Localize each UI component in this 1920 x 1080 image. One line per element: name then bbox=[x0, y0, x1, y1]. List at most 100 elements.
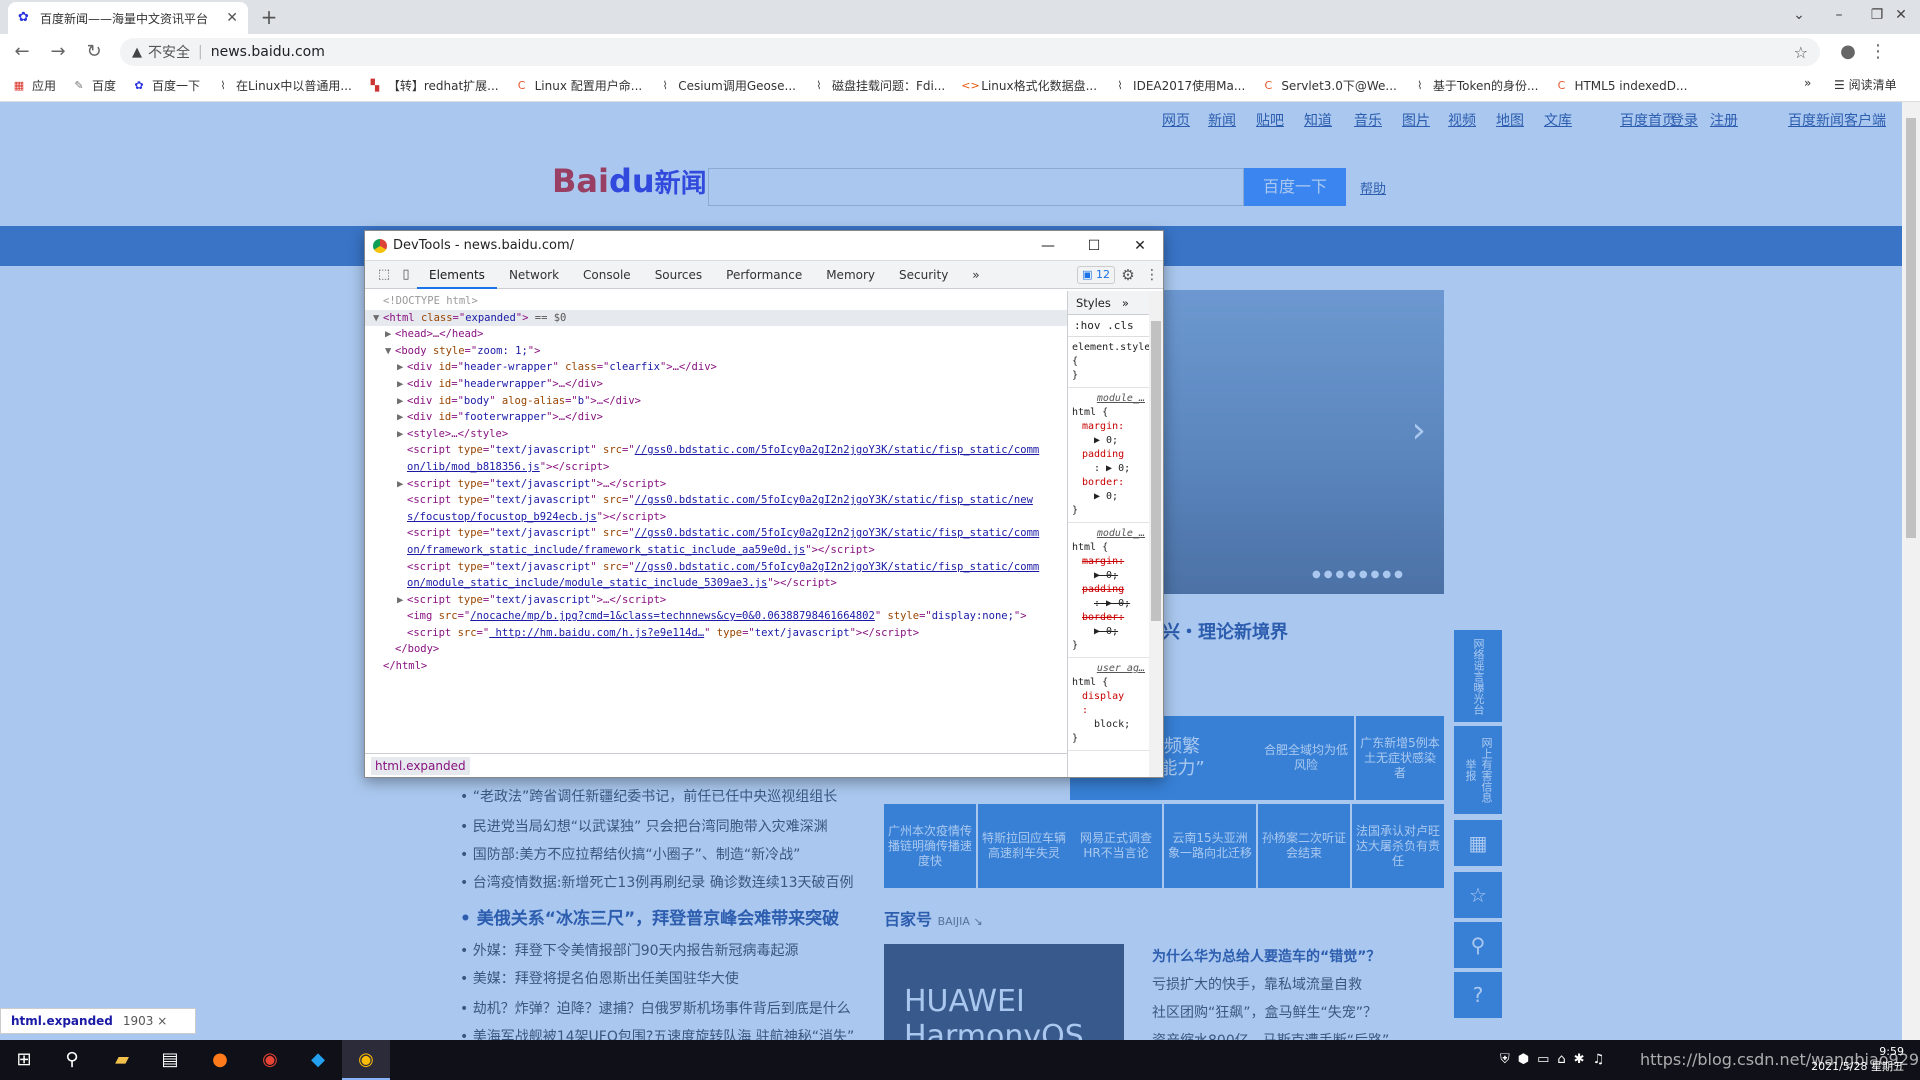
css-property[interactable]: margin: bbox=[1072, 420, 1145, 434]
css-property[interactable]: border: bbox=[1072, 611, 1145, 625]
devtools-maximize-button[interactable]: ☐ bbox=[1071, 238, 1117, 254]
expand-closed-icon[interactable]: ▶ bbox=[397, 476, 407, 493]
bookmark-item[interactable]: ✎ 百度 bbox=[72, 77, 116, 94]
bookmark-star-icon[interactable]: ☆ bbox=[1794, 43, 1808, 62]
styles-more[interactable]: » bbox=[1122, 296, 1129, 310]
css-property[interactable]: ▶ 0; bbox=[1072, 625, 1145, 639]
dom-node-line[interactable]: on/lib/mod_b818356.js"></script> bbox=[365, 459, 1067, 476]
rule-source[interactable]: module_… bbox=[1072, 527, 1145, 541]
bookmark-item[interactable]: C Linux 配置用户命... bbox=[515, 77, 642, 94]
css-property[interactable]: ▶ 0; bbox=[1072, 569, 1145, 583]
back-button[interactable]: ← bbox=[8, 38, 36, 66]
dom-node-line[interactable]: <!DOCTYPE html> bbox=[365, 293, 1067, 310]
profile-avatar[interactable]: ● bbox=[1834, 38, 1862, 66]
css-property[interactable]: : ▶ 0; bbox=[1072, 462, 1145, 476]
tab-memory[interactable]: Memory bbox=[814, 261, 887, 289]
devtools-minimize-button[interactable]: — bbox=[1025, 238, 1071, 254]
expand-open-icon[interactable]: ▼ bbox=[373, 310, 383, 327]
url-text[interactable]: news.baidu.com bbox=[211, 44, 1794, 60]
expand-closed-icon[interactable]: ▶ bbox=[397, 376, 407, 393]
bookmark-item[interactable]: ⌇ IDEA2017使用Ma... bbox=[1113, 77, 1245, 94]
devtools-menu-icon[interactable]: ⋮ bbox=[1141, 267, 1163, 283]
css-property[interactable]: block; bbox=[1072, 718, 1145, 732]
style-rule[interactable]: module_… html {margin: ▶ 0; padding: ▶ 0; bo… bbox=[1068, 523, 1149, 658]
css-property[interactable]: ▶ 0; bbox=[1072, 490, 1145, 504]
dom-node-line[interactable]: </body> bbox=[365, 641, 1067, 658]
new-tab-button[interactable]: + bbox=[256, 4, 282, 30]
css-property[interactable]: padding bbox=[1072, 448, 1145, 462]
dom-node-line[interactable]: on/framework_static_include/framework_st… bbox=[365, 542, 1067, 559]
system-clock[interactable]: 9:59 2021/5/28 星期五 bbox=[1811, 1044, 1904, 1074]
reading-list[interactable]: ☰ 阅读清单 bbox=[1834, 76, 1897, 93]
bookmark-item[interactable]: <> Linux格式化数据盘... bbox=[961, 77, 1097, 94]
gear-icon[interactable]: ⚙ bbox=[1115, 266, 1141, 284]
address-bar[interactable]: ▲ 不安全 | news.baidu.com ☆ bbox=[120, 38, 1820, 66]
rule-source[interactable]: user ag… bbox=[1072, 662, 1145, 676]
style-rule[interactable]: element.style {} bbox=[1068, 337, 1149, 388]
dom-node-line[interactable]: ▶ <head>…</head> bbox=[365, 326, 1067, 343]
breadcrumb-item[interactable]: html.expanded bbox=[371, 757, 470, 775]
firefox-icon[interactable]: ● bbox=[196, 1040, 244, 1080]
bookmark-item[interactable]: ▚ 【转】redhat扩展... bbox=[368, 77, 499, 94]
system-tray-icons[interactable]: ⛨⬢▭⌂✱♫ bbox=[1500, 1052, 1612, 1067]
bookmark-item[interactable]: ⌇ 磁盘挂载问题：Fdi... bbox=[812, 77, 945, 94]
tab-security[interactable]: Security bbox=[887, 261, 960, 289]
elements-tree[interactable]: <!DOCTYPE html> ▼ <html class="expanded"> … bbox=[365, 291, 1067, 721]
bookmark-item[interactable]: ⌇ Cesium调用Geose... bbox=[658, 77, 796, 94]
expand-closed-icon[interactable]: ▶ bbox=[397, 426, 407, 443]
dom-node-line[interactable]: ▼ <body style="zoom: 1;"> bbox=[365, 343, 1067, 360]
warning-icon[interactable]: ▲ bbox=[132, 45, 142, 60]
css-property[interactable]: padding bbox=[1072, 583, 1145, 597]
close-tab-icon[interactable]: ✕ bbox=[226, 10, 238, 26]
forward-button[interactable]: → bbox=[44, 38, 72, 66]
store-icon[interactable]: ▤ bbox=[146, 1040, 194, 1080]
file-explorer-icon[interactable]: ▰ bbox=[98, 1040, 146, 1080]
css-property[interactable]: ▶ 0; bbox=[1072, 434, 1145, 448]
windows-start-icon[interactable]: ⊞ bbox=[0, 1040, 48, 1080]
chrome-active-taskbar-icon[interactable]: ◉ bbox=[342, 1040, 390, 1080]
vscode-icon[interactable]: ◆ bbox=[294, 1040, 342, 1080]
cls-toggle[interactable]: .cls bbox=[1107, 319, 1134, 332]
inspect-element-icon[interactable]: ⬚ bbox=[373, 267, 395, 282]
dom-node-line[interactable]: ▶ <style>…</style> bbox=[365, 426, 1067, 443]
page-scrollbar-thumb[interactable] bbox=[1906, 118, 1916, 538]
expand-closed-icon[interactable]: ▶ bbox=[397, 409, 407, 426]
bookmark-item[interactable]: ▦ 应用 bbox=[12, 77, 56, 94]
css-property[interactable]: : ▶ 0; bbox=[1072, 597, 1145, 611]
dom-node-line[interactable]: <script src=" http://hm.baidu.com/h.js?e… bbox=[365, 625, 1067, 642]
device-toolbar-icon[interactable]: ▯ bbox=[395, 267, 417, 282]
dom-node-line[interactable]: ▶ <div id="body" alog-alias="b">…</div> bbox=[365, 393, 1067, 410]
tab-performance[interactable]: Performance bbox=[714, 261, 814, 289]
dom-node-line[interactable]: s/focustop/focustop_b924ecb.js"></script… bbox=[365, 509, 1067, 526]
style-rule[interactable]: user ag… html {display: block;} bbox=[1068, 658, 1149, 751]
expand-closed-icon[interactable]: ▶ bbox=[397, 359, 407, 376]
tab-network[interactable]: Network bbox=[497, 261, 571, 289]
dom-node-line[interactable]: <script type="text/javascript" src="//gs… bbox=[365, 442, 1067, 459]
tab-sources[interactable]: Sources bbox=[643, 261, 714, 289]
style-rule[interactable]: module_… html {margin: ▶ 0; padding: ▶ 0; bo… bbox=[1068, 388, 1149, 523]
styles-scrollbar[interactable] bbox=[1149, 291, 1163, 777]
dom-node-line[interactable]: ▶ <script type="text/javascript">…</scrip… bbox=[365, 592, 1067, 609]
search-icon[interactable]: ⚲ bbox=[48, 1040, 96, 1080]
expand-open-icon[interactable]: ▼ bbox=[385, 343, 395, 360]
bookmark-item[interactable]: ⌇ 在Linux中以普通用... bbox=[216, 77, 351, 94]
issues-badge[interactable]: ▣ 12 bbox=[1077, 265, 1115, 284]
dom-node-line[interactable]: ▶ <div id="footerwrapper">…</div> bbox=[365, 409, 1067, 426]
tab-elements[interactable]: Elements bbox=[417, 261, 497, 289]
dom-node-line[interactable]: <script type="text/javascript" src="//gs… bbox=[365, 492, 1067, 509]
dom-node-line[interactable]: <img src="/nocache/mp/b.jpg?cmd=1&class=… bbox=[365, 608, 1067, 625]
tab-console[interactable]: Console bbox=[571, 261, 643, 289]
dom-node-line[interactable]: <script type="text/javascript" src="//gs… bbox=[365, 525, 1067, 542]
bookmark-item[interactable]: C Servlet3.0下@We... bbox=[1261, 77, 1396, 94]
close-window-button[interactable]: ✕ bbox=[1882, 0, 1920, 30]
devtools-close-button[interactable]: ✕ bbox=[1117, 238, 1163, 254]
chrome-taskbar-icon[interactable]: ◉ bbox=[246, 1040, 294, 1080]
expand-closed-icon[interactable]: ▶ bbox=[397, 393, 407, 410]
styles-scrollbar-thumb[interactable] bbox=[1151, 321, 1161, 621]
bookmark-item[interactable]: ✿ 百度一下 bbox=[132, 77, 200, 94]
security-label[interactable]: 不安全 bbox=[148, 42, 190, 62]
menu-kebab-icon[interactable]: ⋮ bbox=[1864, 38, 1892, 66]
hov-toggle[interactable]: :hov bbox=[1074, 319, 1101, 332]
dom-node-line[interactable]: on/module_static_include/module_static_i… bbox=[365, 575, 1067, 592]
expand-closed-icon[interactable]: ▶ bbox=[397, 592, 407, 609]
